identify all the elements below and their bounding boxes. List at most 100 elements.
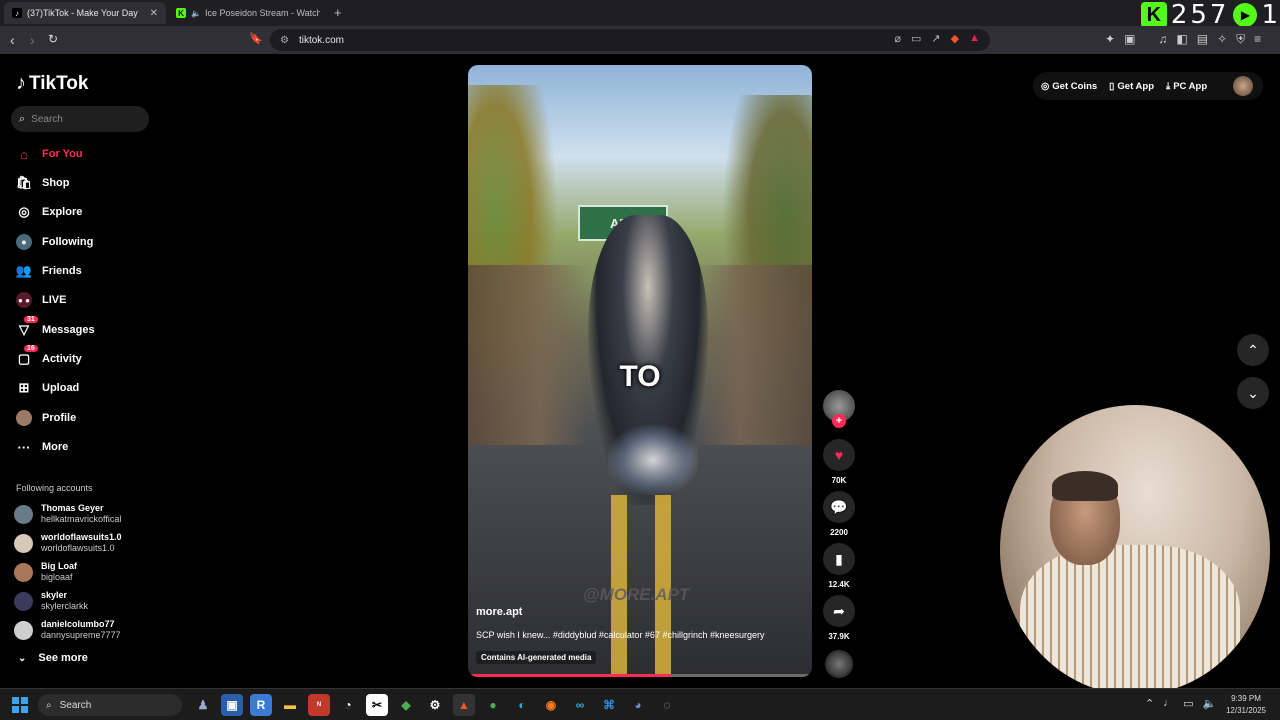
video-progress-bar[interactable] — [468, 674, 812, 677]
taskbar-clock[interactable]: 9:39 PM 12/31/2025 — [1222, 693, 1270, 717]
no-tracking-icon[interactable]: ⌀ — [894, 32, 901, 45]
sidebar-item-friends[interactable]: 👥 Friends — [16, 261, 82, 281]
close-tab-icon[interactable]: ✕ — [150, 8, 158, 19]
sidebar-item-explore[interactable]: ◎ Explore — [16, 202, 82, 222]
brave-shield-icon[interactable]: ◆ — [951, 32, 959, 45]
app-icon-6[interactable]: ◆ — [395, 694, 417, 716]
app-icon-1[interactable]: ♟ — [192, 694, 214, 716]
leo-ai-icon[interactable]: ✧ — [1217, 32, 1227, 47]
previous-video-button[interactable]: ⌃ — [1237, 334, 1269, 366]
video-description[interactable]: SCP wish I knew... #diddyblud #calculato… — [476, 630, 765, 640]
address-bar[interactable]: ⚙ tiktok.com ⌀ ▭ ↗ ◆ ▲ — [270, 29, 990, 51]
avatar[interactable] — [1233, 76, 1253, 96]
sidebar-item-activity[interactable]: ▢ 16 Activity — [16, 345, 82, 369]
wallet-icon[interactable]: ▤ — [1197, 32, 1208, 47]
share-icon[interactable]: ↗ — [931, 32, 940, 45]
next-video-button[interactable]: ⌄ — [1237, 377, 1269, 409]
firefox-icon[interactable]: ◉ — [540, 694, 562, 716]
coin-icon: ◎ — [1041, 80, 1050, 92]
video-progress-fill — [468, 674, 671, 677]
share-button[interactable]: ➦ — [823, 595, 855, 627]
sidebar-item-profile[interactable]: Profile — [16, 408, 76, 428]
clock-date: 12/31/2025 — [1225, 706, 1267, 715]
webcam-person-hair — [1052, 471, 1118, 501]
search-input[interactable]: ⌕ Search — [11, 106, 149, 132]
steam-icon[interactable]: ◌ — [656, 694, 678, 716]
like-button[interactable]: ♥ — [823, 439, 855, 471]
edge-icon[interactable]: ◐ — [511, 694, 533, 716]
tiktok-logo[interactable]: ♪ TikTok — [16, 72, 88, 95]
brave-icon[interactable]: ▲ — [453, 694, 475, 716]
video-player[interactable]: AEL TO @MORE.APT more.apt SCP wish I kne… — [468, 65, 812, 677]
sidebar-item-upload[interactable]: ⊞ Upload — [16, 378, 80, 398]
pc-app-button[interactable]: ⤓ PC App — [1166, 81, 1207, 92]
following-account[interactable]: Thomas Geyer hellkatmavrickoffical — [14, 503, 121, 525]
new-tab-button[interactable]: + — [334, 5, 342, 20]
avatar — [14, 562, 33, 582]
chrome-icon[interactable]: ● — [482, 694, 504, 716]
video-author[interactable]: more.apt — [476, 606, 522, 618]
account-handle: bigloaaf — [41, 572, 73, 582]
chevron-down-icon: ⌄ — [18, 652, 27, 664]
sidebar-item-more[interactable]: ··· More — [16, 437, 69, 457]
vscode-icon[interactable]: ⌘ — [598, 694, 620, 716]
url-actions: ⌀ ▭ ↗ ◆ ▲ — [894, 32, 980, 45]
audio-playing-icon[interactable]: 🔈 — [191, 9, 201, 18]
screenshot-icon[interactable]: ▣ — [1124, 32, 1135, 47]
sidebar-item-shop[interactable]: 🛍 Shop — [16, 173, 70, 193]
app-icon-4[interactable]: N — [308, 694, 330, 716]
sidebar-item-for-you[interactable]: ⌂ For You — [16, 144, 82, 164]
microphone-icon[interactable]: ♩ — [1163, 697, 1174, 710]
volume-icon[interactable]: 🔈 — [1203, 697, 1217, 710]
video-caption-word: TO — [619, 360, 661, 393]
app-icon-3[interactable]: R — [250, 694, 272, 716]
get-coins-button[interactable]: ◎ Get Coins — [1041, 81, 1097, 92]
brave-rewards-icon[interactable]: ▲ — [969, 32, 980, 45]
app-icon-8[interactable]: ∞ — [569, 694, 591, 716]
network-icon[interactable]: ▭ — [1183, 697, 1193, 710]
friends-icon: 👥 — [15, 263, 33, 278]
tab-kick[interactable]: K 🔈 Ice Poseidon Stream - Watch Live — [168, 2, 328, 24]
discord-icon[interactable]: ◕ — [627, 694, 649, 716]
sidebar-icon[interactable]: ◧ — [1176, 32, 1187, 47]
app-icon-7[interactable]: ⚙ — [424, 694, 446, 716]
music-disc-icon[interactable] — [825, 650, 853, 678]
tab-tiktok[interactable]: ♪ (37)TikTok - Make Your Day ✕ — [4, 2, 166, 24]
bookmark-icon[interactable]: 🔖 — [249, 32, 263, 45]
home-icon: ⌂ — [20, 146, 28, 162]
following-account[interactable]: danielcolumbo77 dannysupreme7777 — [14, 619, 121, 641]
site-info-icon[interactable]: ⚙ — [280, 35, 289, 46]
music-icon[interactable]: ♫ — [1158, 32, 1167, 47]
ai-generated-label[interactable]: Contains AI-generated media — [476, 651, 597, 664]
reload-icon[interactable]: ↻ — [48, 32, 58, 46]
cast-icon[interactable]: ▭ — [911, 32, 921, 45]
following-account[interactable]: worldoflawsuits1.0 worldoflawsuits1.0 — [14, 532, 122, 554]
sidebar-item-messages[interactable]: ▽ 31 Messages — [16, 316, 95, 340]
following-account[interactable]: skyler skylerclarkk — [14, 590, 88, 612]
extensions-icon[interactable]: ✦ — [1105, 32, 1115, 47]
capcut-icon[interactable]: ✂ — [366, 694, 388, 716]
get-app-button[interactable]: ▯ Get App — [1109, 81, 1154, 92]
upload-icon: ⊞ — [18, 380, 30, 395]
save-button[interactable]: ▮ — [823, 543, 855, 575]
forward-icon[interactable]: › — [30, 32, 35, 48]
sidebar-item-following[interactable]: ● Following — [16, 232, 93, 252]
taskbar-search-label: Search — [59, 699, 92, 711]
taskbar-search[interactable]: ⌕ Search — [38, 694, 182, 716]
vpn-icon[interactable]: ⛨ — [1236, 32, 1245, 47]
following-account[interactable]: Big Loaf bigloaaf — [14, 561, 77, 583]
file-explorer-icon[interactable]: ▬ — [279, 694, 301, 716]
account-name: danielcolumbo77 — [41, 619, 115, 629]
sidebar-item-live[interactable]: ● ● LIVE — [16, 290, 66, 310]
following-accounts-header: Following accounts — [16, 483, 93, 493]
follow-plus-icon[interactable]: + — [832, 414, 846, 428]
app-icon-2[interactable]: ▣ — [221, 694, 243, 716]
menu-icon[interactable]: ≡ — [1254, 32, 1261, 47]
windows-start-icon[interactable] — [12, 697, 28, 713]
get-coins-label: Get Coins — [1052, 80, 1098, 92]
see-more-button[interactable]: ⌄ See more — [18, 652, 88, 664]
comment-button[interactable]: 💬 — [823, 491, 855, 523]
back-icon[interactable]: ‹ — [10, 32, 15, 48]
app-icon-5[interactable]: ◔ — [337, 694, 359, 716]
chevron-up-icon[interactable]: ⌃ — [1145, 697, 1154, 710]
